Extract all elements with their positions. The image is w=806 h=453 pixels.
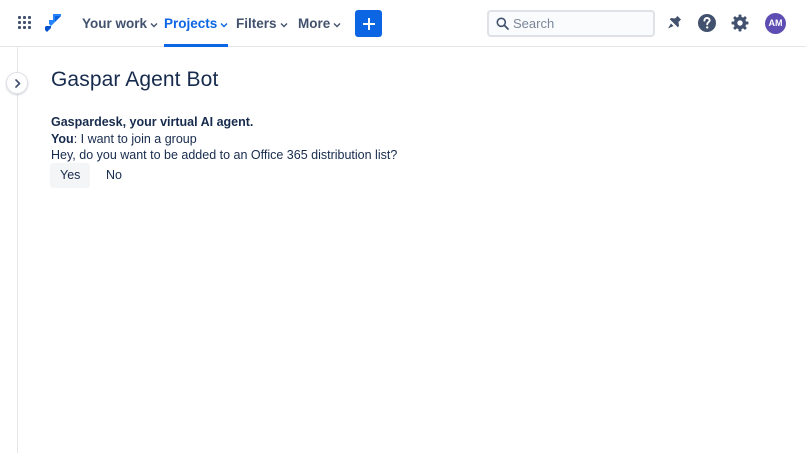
search-box[interactable]	[487, 10, 655, 37]
chevron-down-icon	[280, 0, 288, 47]
jira-logo-icon[interactable]	[44, 13, 62, 33]
notification-icon[interactable]	[664, 13, 684, 33]
top-navigation-bar: Your work Projects Filters More Search A…	[0, 0, 806, 47]
nav-your-work[interactable]: Your work	[82, 0, 158, 47]
chevron-down-icon	[220, 0, 228, 47]
reply-yes-button[interactable]: Yes	[50, 163, 91, 188]
user-message: You: I want to join a group	[51, 131, 397, 148]
nav-more-label: More	[298, 16, 331, 31]
sidebar-divider	[17, 47, 18, 453]
nav-more[interactable]: More	[298, 0, 341, 47]
chevron-down-icon	[150, 0, 158, 47]
chat-transcript: Gaspardesk, your virtual AI agent. You: …	[51, 114, 397, 164]
bot-message: Hey, do you want to be added to an Offic…	[51, 148, 398, 162]
page-title: Gaspar Agent Bot	[51, 68, 219, 91]
agent-intro: Gaspardesk, your virtual AI agent.	[51, 115, 254, 129]
expand-sidebar-button[interactable]	[6, 72, 28, 94]
app-switcher-icon[interactable]	[18, 16, 32, 30]
nav-filters[interactable]: Filters	[236, 0, 288, 47]
reply-no-button[interactable]: No	[96, 163, 132, 188]
create-button[interactable]	[355, 10, 382, 37]
chevron-right-icon	[15, 79, 21, 88]
user-label: You	[51, 131, 74, 146]
help-icon[interactable]	[697, 13, 717, 33]
settings-icon[interactable]	[730, 13, 750, 33]
nav-filters-label: Filters	[236, 16, 277, 31]
avatar[interactable]: AM	[765, 13, 786, 34]
search-input[interactable]	[513, 14, 649, 33]
nav-projects[interactable]: Projects	[164, 0, 229, 47]
nav-your-work-label: Your work	[82, 16, 148, 31]
user-message-text: : I want to join a group	[73, 131, 197, 146]
chevron-down-icon	[333, 0, 341, 47]
search-icon	[496, 17, 509, 30]
nav-projects-label: Projects	[164, 16, 218, 31]
